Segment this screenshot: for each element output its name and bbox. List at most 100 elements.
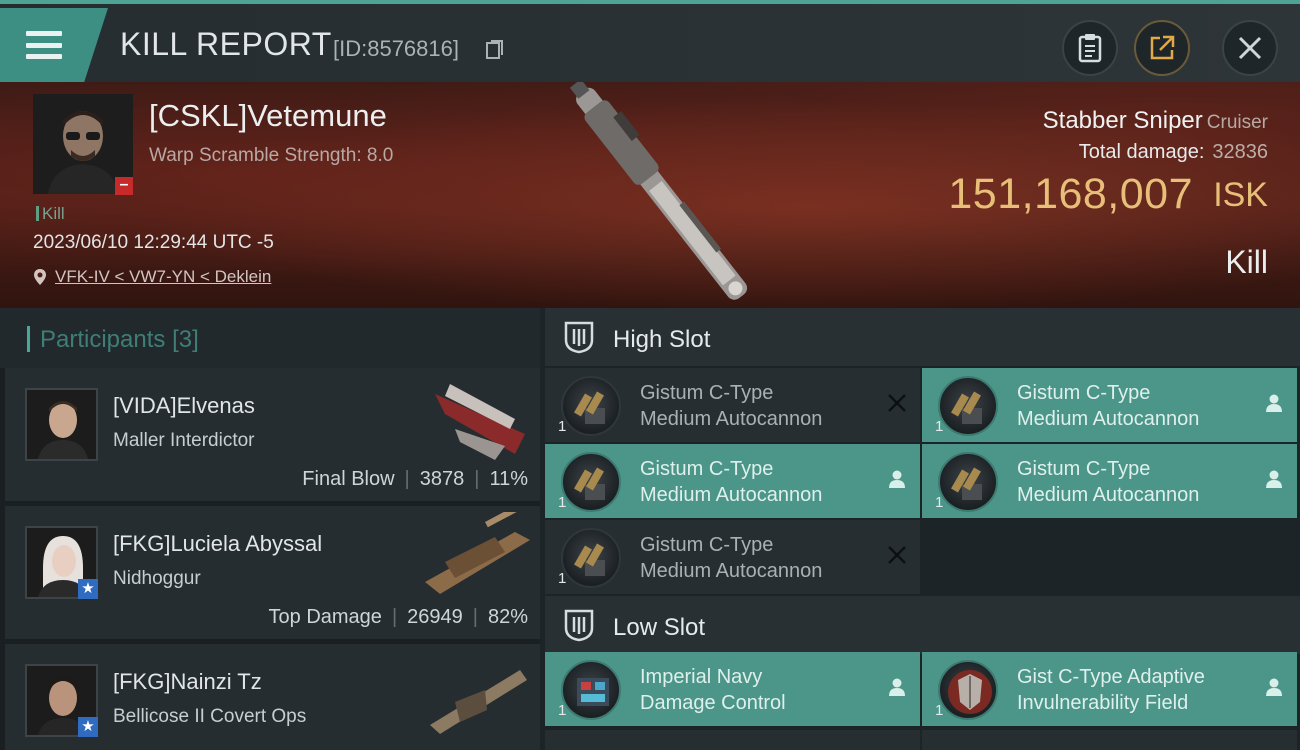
module-item[interactable]: 1 Imperial Navy Damage Control bbox=[545, 652, 920, 726]
high-slot-icon bbox=[564, 321, 594, 354]
participant-avatar bbox=[25, 388, 98, 461]
low-slot-title: Low Slot bbox=[613, 614, 706, 641]
victim-ship-type: Stabber Sniper Cruiser bbox=[1043, 107, 1268, 135]
share-button[interactable] bbox=[1134, 20, 1190, 76]
close-button[interactable] bbox=[1222, 20, 1278, 76]
module-item[interactable]: 1 Gistum C-Type Medium Autocannon bbox=[545, 444, 920, 518]
participant-percent: 11% bbox=[489, 468, 528, 490]
result-label: Kill bbox=[1225, 244, 1268, 280]
autocannon-icon bbox=[561, 528, 621, 588]
copy-icon[interactable] bbox=[486, 40, 504, 60]
module-item-partial[interactable] bbox=[922, 730, 1297, 750]
autocannon-icon bbox=[561, 452, 621, 512]
autocannon-icon bbox=[938, 376, 998, 436]
participant-stats: Top Damage | 26949 | 82% bbox=[268, 606, 528, 628]
autocannon-icon bbox=[938, 452, 998, 512]
menu-button[interactable] bbox=[0, 8, 108, 82]
destroyed-icon bbox=[888, 394, 906, 412]
location-pin-icon bbox=[34, 269, 46, 285]
dropped-person-icon bbox=[1266, 394, 1282, 412]
kill-tag: Kill bbox=[36, 204, 65, 224]
module-name: Gist C-Type Adaptive Invulnerability Fiel… bbox=[1017, 666, 1205, 714]
module-item[interactable]: 1 Gistum C-Type Medium Autocannon bbox=[922, 444, 1297, 518]
participant-name: [FKG]Luciela Abyssal bbox=[113, 531, 323, 556]
participant-label: Final Blow bbox=[302, 468, 395, 490]
victim-ship-image[interactable] bbox=[540, 82, 780, 308]
module-item[interactable]: 1 Gistum C-Type Medium Autocannon bbox=[545, 520, 920, 594]
isk-unit: ISK bbox=[1213, 176, 1268, 214]
participant-ship-image bbox=[435, 384, 525, 460]
location-text: VFK-IV < VW7-YN < Deklein bbox=[55, 267, 272, 286]
participant-ship: Bellicose II Covert Ops bbox=[113, 706, 307, 727]
module-item-partial[interactable] bbox=[545, 730, 920, 750]
dropped-person-icon bbox=[889, 470, 905, 488]
participant-name: [VIDA]Elvenas bbox=[113, 393, 255, 418]
module-item[interactable]: 1 Gistum C-Type Medium Autocannon bbox=[922, 368, 1297, 442]
participant-label: Top Damage bbox=[268, 606, 382, 628]
low-slot-icon bbox=[564, 609, 594, 642]
low-slot-header: Low Slot bbox=[545, 596, 1300, 654]
module-name: Gistum C-Type Medium Autocannon bbox=[640, 534, 823, 582]
star-icon: ★ bbox=[78, 717, 98, 737]
participants-title: Participants [3] bbox=[40, 326, 199, 354]
total-damage-value: 32836 bbox=[1212, 141, 1268, 163]
menu-icon bbox=[26, 31, 62, 59]
module-name: Gistum C-Type Medium Autocannon bbox=[1017, 382, 1200, 430]
kill-id: [ID:8576816] bbox=[333, 36, 459, 61]
participant-stats: Final Blow | 3878 | 11% bbox=[302, 468, 528, 490]
victim-name[interactable]: [CSKL]Vetemune bbox=[149, 98, 387, 134]
participant-ship-image bbox=[425, 512, 530, 594]
high-slot-header: High Slot bbox=[545, 308, 1300, 366]
fitting-panel: High Slot 1 Gistum C-Type Medium Autocann… bbox=[540, 308, 1300, 750]
kill-datetime: 2023/06/10 12:29:44 UTC -5 bbox=[33, 232, 274, 253]
participant-ship: Nidhoggur bbox=[113, 568, 201, 589]
participant-name: [FKG]Nainzi Tz bbox=[113, 669, 262, 694]
invulnerability-field-icon bbox=[938, 660, 998, 720]
module-quantity: 1 bbox=[935, 702, 944, 719]
total-damage-label: Total damage: bbox=[1078, 141, 1205, 163]
clipboard-icon bbox=[1078, 34, 1102, 63]
module-quantity: 1 bbox=[935, 494, 944, 511]
module-quantity: 1 bbox=[558, 494, 567, 511]
participants-panel: Participants [3] [VIDA]Elvenas Maller In… bbox=[0, 308, 540, 750]
participant-ship: Maller Interdictor bbox=[113, 430, 255, 451]
module-name: Imperial Navy Damage Control bbox=[640, 666, 786, 714]
victim-banner: – [CSKL]Vetemune Warp Scramble Strength:… bbox=[0, 82, 1300, 308]
module-quantity: 1 bbox=[558, 570, 567, 587]
high-slot-title: High Slot bbox=[613, 326, 711, 353]
total-damage: Total damage: 32836 bbox=[1079, 141, 1268, 164]
module-name: Gistum C-Type Medium Autocannon bbox=[1017, 458, 1200, 506]
close-icon bbox=[1238, 36, 1262, 60]
location-link[interactable]: VFK-IV < VW7-YN < Deklein bbox=[33, 267, 271, 287]
module-quantity: 1 bbox=[558, 702, 567, 719]
hostile-badge: – bbox=[115, 177, 133, 195]
damage-control-icon bbox=[561, 660, 621, 720]
participant-ship-image bbox=[430, 670, 527, 734]
participant-card[interactable]: ★ [FKG]Nainzi Tz Bellicose II Covert Ops bbox=[5, 644, 540, 750]
participants-title-text: Participants bbox=[40, 326, 166, 353]
page-title: KILL REPORT bbox=[120, 26, 332, 62]
warp-scramble-strength: Warp Scramble Strength: 8.0 bbox=[149, 145, 394, 166]
autocannon-icon bbox=[561, 376, 621, 436]
module-name: Gistum C-Type Medium Autocannon bbox=[640, 458, 823, 506]
participant-card[interactable]: ★ [FKG]Luciela Abyssal Nidhoggur Top Dam… bbox=[5, 506, 540, 639]
destroyed-icon bbox=[888, 546, 906, 564]
dropped-person-icon bbox=[1266, 470, 1282, 488]
participant-percent: 82% bbox=[487, 606, 528, 628]
module-quantity: 1 bbox=[935, 418, 944, 435]
participant-card[interactable]: [VIDA]Elvenas Maller Interdictor Final B… bbox=[5, 368, 540, 501]
participant-damage: 26949 bbox=[407, 606, 463, 628]
module-item[interactable]: 1 Gist C-Type Adaptive Invulnerability Fi… bbox=[922, 652, 1297, 726]
kill-tag-label: Kill bbox=[42, 204, 65, 223]
isk-value: 151,168,007 bbox=[948, 170, 1193, 218]
clipboard-button[interactable] bbox=[1062, 20, 1118, 76]
ship-class: Cruiser bbox=[1206, 112, 1268, 133]
dropped-person-icon bbox=[889, 678, 905, 696]
dropped-person-icon bbox=[1266, 678, 1282, 696]
share-icon bbox=[1150, 35, 1175, 60]
module-name: Gistum C-Type Medium Autocannon bbox=[640, 382, 823, 430]
module-item[interactable]: 1 Gistum C-Type Medium Autocannon bbox=[545, 368, 920, 442]
module-quantity: 1 bbox=[558, 418, 567, 435]
star-icon: ★ bbox=[78, 579, 98, 599]
participants-count: [3] bbox=[172, 326, 199, 353]
